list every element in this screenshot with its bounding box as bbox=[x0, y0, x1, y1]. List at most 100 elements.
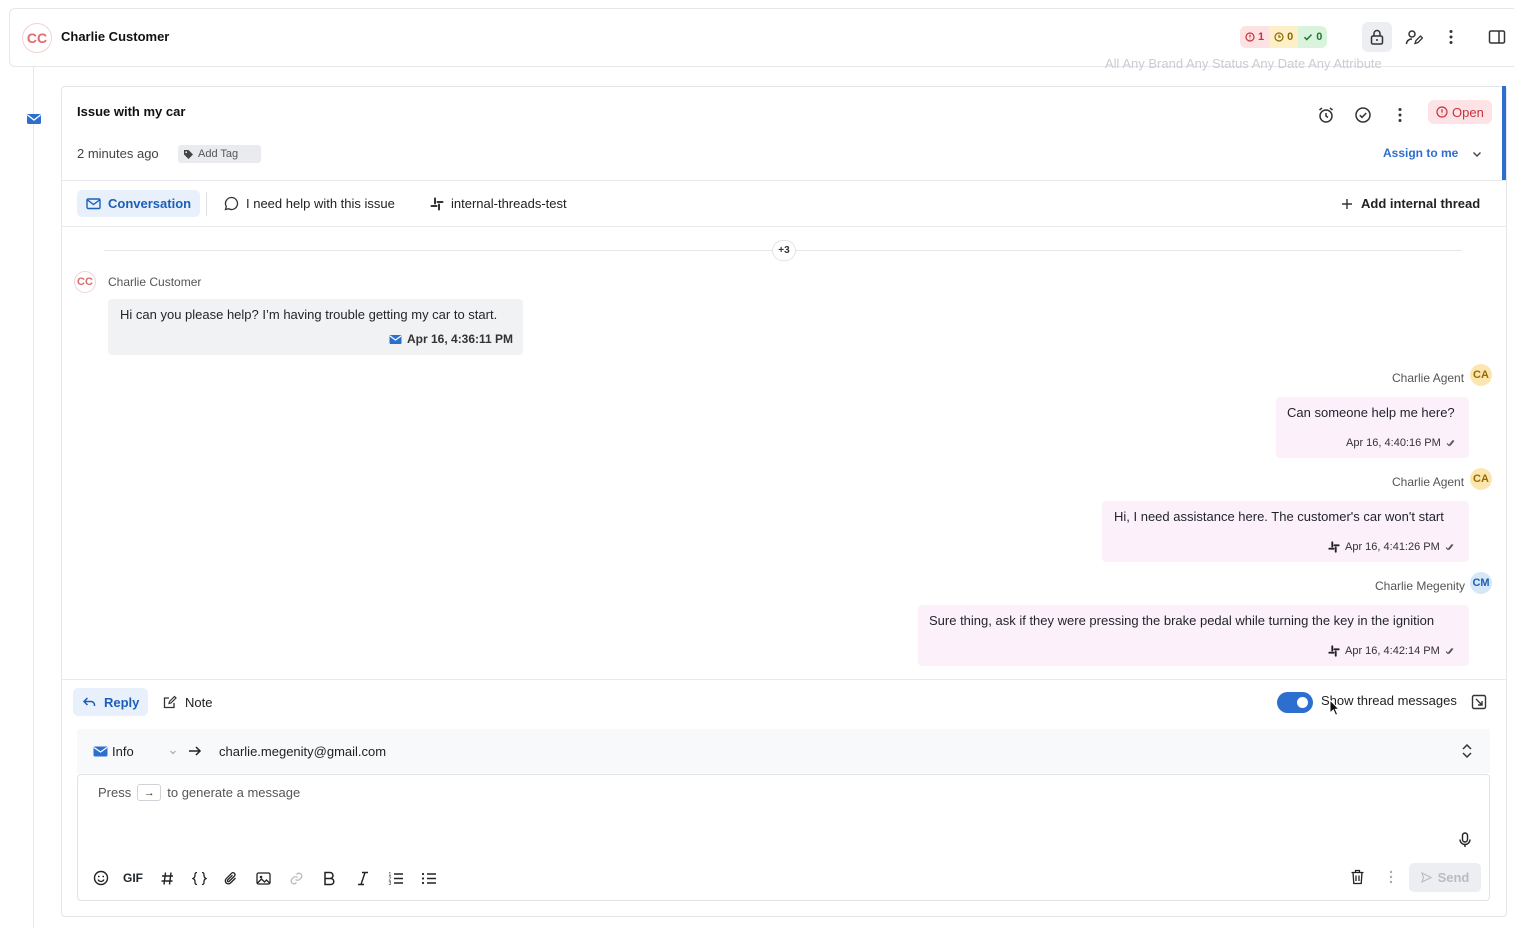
avatar: CM bbox=[1470, 572, 1492, 594]
clock-icon bbox=[1274, 32, 1284, 42]
hashtag-button[interactable] bbox=[156, 867, 178, 889]
tab-slack-thread[interactable]: internal-threads-test bbox=[430, 190, 567, 217]
bold-icon bbox=[324, 871, 335, 885]
italic-button[interactable] bbox=[352, 867, 374, 889]
avatar: CA bbox=[1470, 468, 1492, 490]
ticket-created-time: 2 minutes ago bbox=[77, 146, 159, 161]
alert-circle-icon bbox=[1436, 106, 1448, 118]
lock-button[interactable] bbox=[1362, 22, 1392, 52]
emoji-button[interactable] bbox=[90, 867, 112, 889]
pending-count: 0 bbox=[1287, 31, 1294, 43]
gif-button[interactable]: GIF bbox=[122, 867, 144, 889]
more-vertical-icon bbox=[1449, 30, 1453, 44]
slack-icon bbox=[1328, 541, 1340, 553]
image-icon bbox=[255, 871, 271, 885]
toggle-sidebar-button[interactable] bbox=[1482, 22, 1512, 52]
microphone-button[interactable] bbox=[1458, 832, 1472, 848]
mouse-cursor-icon bbox=[1329, 699, 1341, 717]
message-text: Sure thing, ask if they were pressing th… bbox=[929, 613, 1435, 628]
resolved-count-badge[interactable]: 0 bbox=[1298, 26, 1328, 48]
ticket-more-button[interactable] bbox=[1385, 100, 1415, 130]
expand-icon bbox=[1471, 694, 1487, 710]
resolve-button[interactable] bbox=[1348, 100, 1378, 130]
check-circle-icon bbox=[1355, 107, 1371, 123]
toggle-knob bbox=[1297, 697, 1308, 708]
hashtag-icon bbox=[161, 871, 173, 885]
open-count: 1 bbox=[1258, 31, 1265, 43]
bold-button[interactable] bbox=[318, 867, 340, 889]
mail-icon[interactable] bbox=[26, 111, 42, 127]
ticket-count-badges[interactable]: 1 0 0 bbox=[1240, 26, 1328, 48]
mail-icon bbox=[389, 334, 402, 344]
add-internal-thread-button[interactable]: Add internal thread bbox=[1341, 190, 1480, 217]
image-button[interactable] bbox=[252, 867, 274, 889]
channel-select[interactable]: Info bbox=[112, 744, 134, 759]
key-hint: → bbox=[137, 784, 162, 801]
assign-to-me-button[interactable]: Assign to me bbox=[1383, 146, 1458, 160]
tab-help-thread[interactable]: I need help with this issue bbox=[224, 190, 395, 217]
double-check-icon bbox=[1446, 440, 1455, 447]
message-text: Hi can you please help? I’m having troub… bbox=[120, 307, 498, 322]
slack-icon bbox=[430, 197, 444, 210]
send-button[interactable]: Send bbox=[1409, 863, 1481, 892]
tab-conversation[interactable]: Conversation bbox=[77, 190, 201, 217]
recipient-email[interactable]: charlie.megenity@gmail.com bbox=[219, 744, 386, 759]
tag-icon bbox=[184, 149, 193, 159]
divider bbox=[62, 226, 1506, 227]
left-rail bbox=[33, 66, 34, 928]
chat-bubble-icon bbox=[224, 196, 239, 211]
placeholder-suffix: to generate a message bbox=[167, 785, 301, 800]
status-badge[interactable]: Open bbox=[1428, 100, 1492, 124]
variables-button[interactable] bbox=[188, 867, 210, 889]
send-options-button[interactable] bbox=[1380, 866, 1402, 888]
attach-button[interactable] bbox=[219, 867, 241, 889]
more-options-button[interactable] bbox=[1436, 22, 1466, 52]
svg-text:3: 3 bbox=[389, 881, 392, 886]
show-thread-messages-label: Show thread messages bbox=[1321, 693, 1457, 708]
alert-circle-icon bbox=[1245, 32, 1255, 42]
double-check-icon bbox=[1445, 544, 1454, 551]
emoji-icon bbox=[93, 870, 109, 886]
link-icon bbox=[290, 872, 302, 884]
note-edit-icon bbox=[163, 695, 177, 709]
microphone-icon bbox=[1459, 832, 1471, 847]
open-count-badge[interactable]: 1 bbox=[1240, 26, 1270, 48]
bullet-list-icon bbox=[421, 872, 436, 884]
snooze-button[interactable] bbox=[1311, 100, 1341, 130]
send-label: Send bbox=[1437, 870, 1470, 885]
message-author: Charlie Customer bbox=[108, 275, 202, 289]
user-edit-icon bbox=[1405, 30, 1423, 45]
braces-icon bbox=[191, 871, 207, 885]
ordered-list-button[interactable]: 123 bbox=[385, 867, 407, 889]
message-meta: Apr 16, 4:36:11 PM bbox=[389, 332, 513, 346]
tab-reply-label: Reply bbox=[104, 694, 140, 710]
chevron-down-icon[interactable] bbox=[169, 748, 177, 756]
tab-note[interactable]: Note bbox=[163, 688, 212, 716]
selected-accent-bar bbox=[1502, 86, 1506, 181]
more-vertical-icon bbox=[1389, 870, 1393, 884]
message-author: Charlie Agent bbox=[1392, 371, 1465, 385]
divider bbox=[62, 679, 1506, 680]
link-button[interactable] bbox=[285, 867, 307, 889]
assign-agent-button[interactable] bbox=[1399, 22, 1429, 52]
chevron-down-icon[interactable] bbox=[1471, 148, 1483, 160]
slack-icon bbox=[1328, 645, 1340, 657]
add-tag-button[interactable]: Add Tag bbox=[178, 145, 261, 163]
tab-reply[interactable]: Reply bbox=[73, 688, 149, 716]
popout-composer-button[interactable] bbox=[1471, 694, 1487, 710]
message-author: Charlie Agent bbox=[1392, 475, 1465, 489]
send-icon bbox=[1420, 872, 1432, 883]
plus-icon bbox=[1342, 198, 1352, 209]
arrow-right-icon bbox=[187, 743, 203, 759]
alarm-clock-icon bbox=[1319, 107, 1333, 123]
paperclip-icon bbox=[224, 871, 236, 885]
customer-name[interactable]: Charlie Customer bbox=[61, 29, 169, 44]
bullet-list-button[interactable] bbox=[418, 867, 440, 889]
filter-bar-obscured: All Any Brand Any Status Any Date Any At… bbox=[1105, 56, 1382, 71]
expand-recipients-button[interactable] bbox=[1459, 742, 1475, 760]
pending-count-badge[interactable]: 0 bbox=[1269, 26, 1299, 48]
divider bbox=[206, 192, 207, 216]
discard-draft-button[interactable] bbox=[1346, 866, 1368, 888]
show-hidden-messages-button[interactable]: +3 bbox=[772, 240, 796, 261]
tab-slack-label: internal-threads-test bbox=[451, 196, 567, 211]
